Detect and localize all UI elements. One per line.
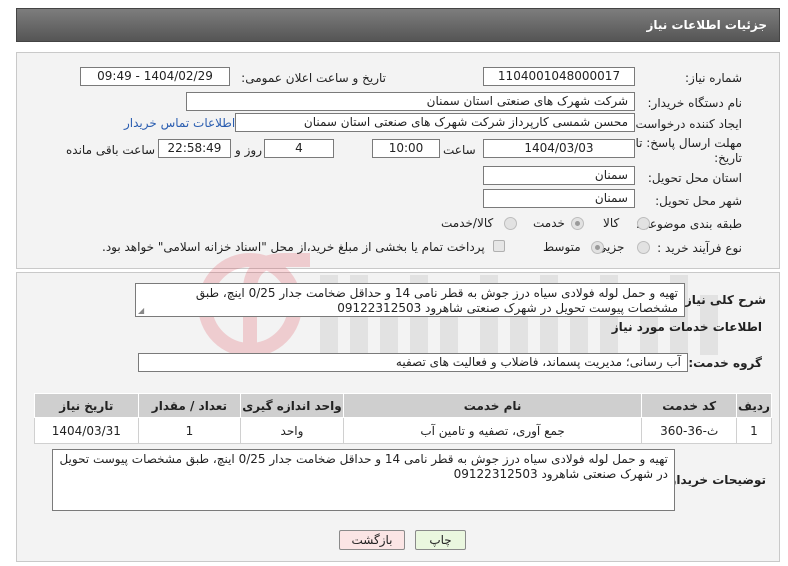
deadline-date-field: 1404/03/03 [483,139,635,158]
treasury-note: پرداخت تمام یا بخشی از مبلغ خرید،از محل … [102,240,485,254]
buyer-org-label: نام دستگاه خریدار: [647,96,743,110]
service-group-label: گروه خدمت: [688,356,762,370]
col-service-code: کد خدمت [641,393,737,418]
deadline-date-label: تاریخ: [714,151,742,165]
cell-row-number: 1 [735,417,773,444]
announce-field: 1404/02/29 - 09:49 [80,67,230,86]
buyer-notes-label: توضیحات خریدار: [664,473,766,487]
category-radio-goods[interactable] [637,217,650,230]
buyer-contact-link[interactable]: اطلاعات تماس خریدار [124,116,235,130]
province-field: سمنان [483,166,635,185]
col-need-date: تاریخ نیاز [34,393,139,418]
buyer-notes-field: تهیه و حمل لوله فولادی سیاه درز جوش به ق… [52,449,675,511]
buyer-notes-text: تهیه و حمل لوله فولادی سیاه درز جوش به ق… [59,452,668,481]
cell-quantity: 1 [137,417,242,444]
need-number-label: شماره نیاز: [685,71,742,85]
deadline-label: مهلت ارسال پاسخ: تا [635,136,742,150]
col-service-name: نام خدمت [342,393,643,418]
print-button[interactable]: چاپ [415,530,466,550]
category-option-goods: کالا [603,216,620,230]
deadline-time-field: 10:00 [372,139,440,158]
announce-label: تاریخ و ساعت اعلان عمومی: [241,71,386,85]
cell-unit: واحد [240,417,344,444]
remaining-label: ساعت باقی مانده [66,143,156,157]
process-radio-minor[interactable] [637,241,650,254]
cell-service-code: ث-36-360 [641,417,737,444]
category-option-both: کالا/خدمت [441,216,494,230]
city-field: سمنان [483,189,635,208]
days-field: 4 [264,139,334,158]
creator-field: محسن شمسی کارپرداز شرکت شهرک های صنعتی ا… [235,113,635,132]
back-button[interactable]: بازگشت [339,530,405,550]
page-header: جزئیات اطلاعات نیاز [16,8,780,42]
category-option-service: خدمت [533,216,565,230]
process-option-medium: متوسط [543,240,581,254]
table-row: 1 ث-36-360 جمع آوری، تصفیه و تامین آب وا… [34,417,773,444]
services-heading: اطلاعات خدمات مورد نیاز [611,320,762,334]
page-title: جزئیات اطلاعات نیاز [646,18,767,32]
summary-field: تهیه و حمل لوله فولادی سیاه درز جوش به ق… [135,283,685,317]
process-radio-medium[interactable] [591,241,604,254]
col-unit: واحد اندازه گیری [240,393,344,418]
category-radio-both[interactable] [504,217,517,230]
col-quantity: تعداد / مقدار [137,393,242,418]
need-number-field: 1104001048000017 [483,67,635,86]
services-table: ردیف کد خدمت نام خدمت واحد اندازه گیری ت… [34,393,773,444]
resize-handle-icon[interactable]: ◢ [138,307,144,315]
category-radio-service[interactable] [571,217,584,230]
province-label: استان محل تحویل: [647,171,742,185]
deadline-time-label: ساعت [443,143,476,157]
summary-text: تهیه و حمل لوله فولادی سیاه درز جوش به ق… [195,286,678,315]
buyer-org-field: شرکت شهرک های صنعتی استان سمنان [186,92,635,111]
cell-service-name: جمع آوری، تصفیه و تامین آب [342,417,643,444]
treasury-checkbox[interactable] [493,240,505,252]
days-label: روز و [235,143,262,157]
category-label: طبقه بندی موضوعی: [635,217,742,231]
remaining-time-field: 22:58:49 [158,139,231,158]
col-row-number: ردیف [735,393,773,418]
service-group-field: آب رسانی؛ مدیریت پسماند، فاضلاب و فعالیت… [138,353,688,372]
cell-need-date: 1404/03/31 [34,417,139,444]
city-label: شهر محل تحویل: [655,194,742,208]
table-header-row: ردیف کد خدمت نام خدمت واحد اندازه گیری ت… [34,393,773,418]
summary-label: شرح کلی نیاز: [680,293,766,307]
process-label: نوع فرآیند خرید : [657,241,742,255]
creator-label: ایجاد کننده درخواست: [631,117,742,131]
